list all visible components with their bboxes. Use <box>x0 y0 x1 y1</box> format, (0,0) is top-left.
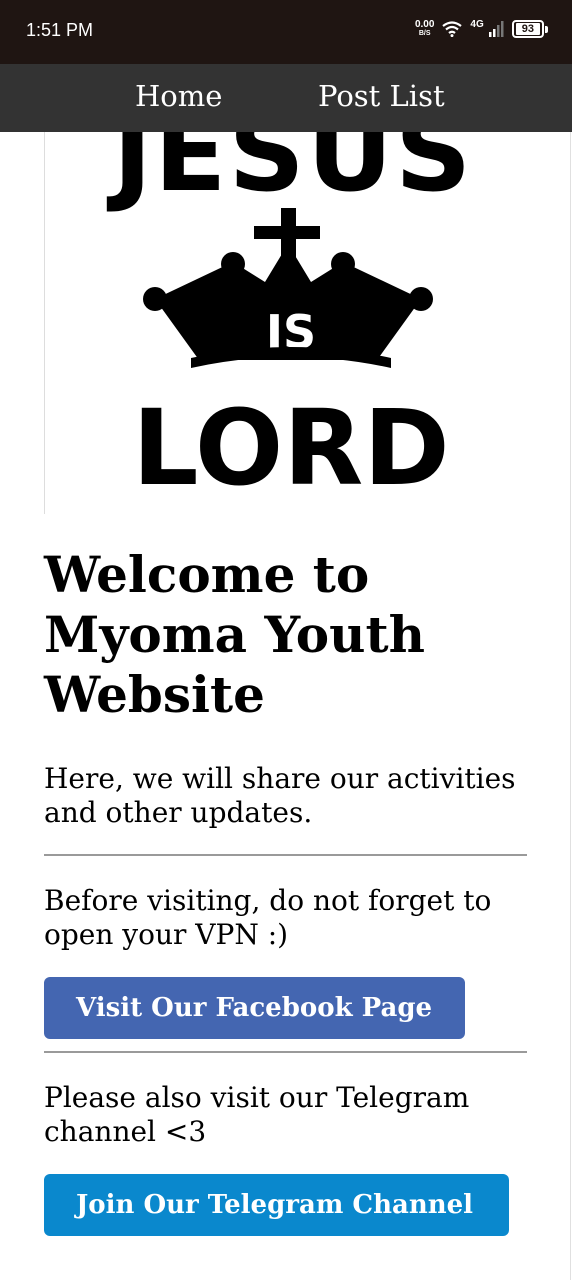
nav-post-list-link[interactable]: Post List <box>318 79 445 113</box>
telegram-channel-button[interactable]: Join Our Telegram Channel <box>44 1174 509 1236</box>
hero-image: JESUS IS LORD <box>44 92 572 694</box>
network-speed: 0.00 B/S <box>415 20 434 38</box>
divider <box>44 854 527 856</box>
navbar: Home Post List <box>0 64 572 132</box>
vpn-note: Before visiting, do not forget to open y… <box>44 884 492 951</box>
svg-text:LORD: LORD <box>132 387 449 509</box>
telegram-note: Please also visit our Telegram channel <… <box>44 1081 470 1148</box>
divider <box>44 1051 527 1053</box>
status-bar: 1:51 PM 0.00 B/S 4G 93 <box>0 0 572 64</box>
battery-level: 93 <box>515 23 540 35</box>
status-time: 1:51 PM <box>26 20 94 40</box>
intro-text: Here, we will share our activities and o… <box>44 762 516 829</box>
status-icons: 0.00 B/S 4G 93 <box>415 18 548 38</box>
wifi-icon <box>442 21 463 37</box>
signal-icon <box>488 21 504 37</box>
network-type: 4G <box>470 18 484 30</box>
svg-text:JESUS: JESUS <box>107 132 474 215</box>
jesus-is-lord-crown-logo: JESUS IS LORD <box>107 92 572 694</box>
page-title: Welcome to Myoma Youth Website <box>44 545 425 724</box>
nav-home-link[interactable]: Home <box>135 79 222 113</box>
battery-icon: 93 <box>511 20 548 38</box>
network-speed-unit: B/S <box>418 30 431 37</box>
network-speed-value: 0.00 <box>414 19 435 30</box>
page-border <box>570 132 571 1280</box>
facebook-page-button[interactable]: Visit Our Facebook Page <box>44 977 465 1039</box>
